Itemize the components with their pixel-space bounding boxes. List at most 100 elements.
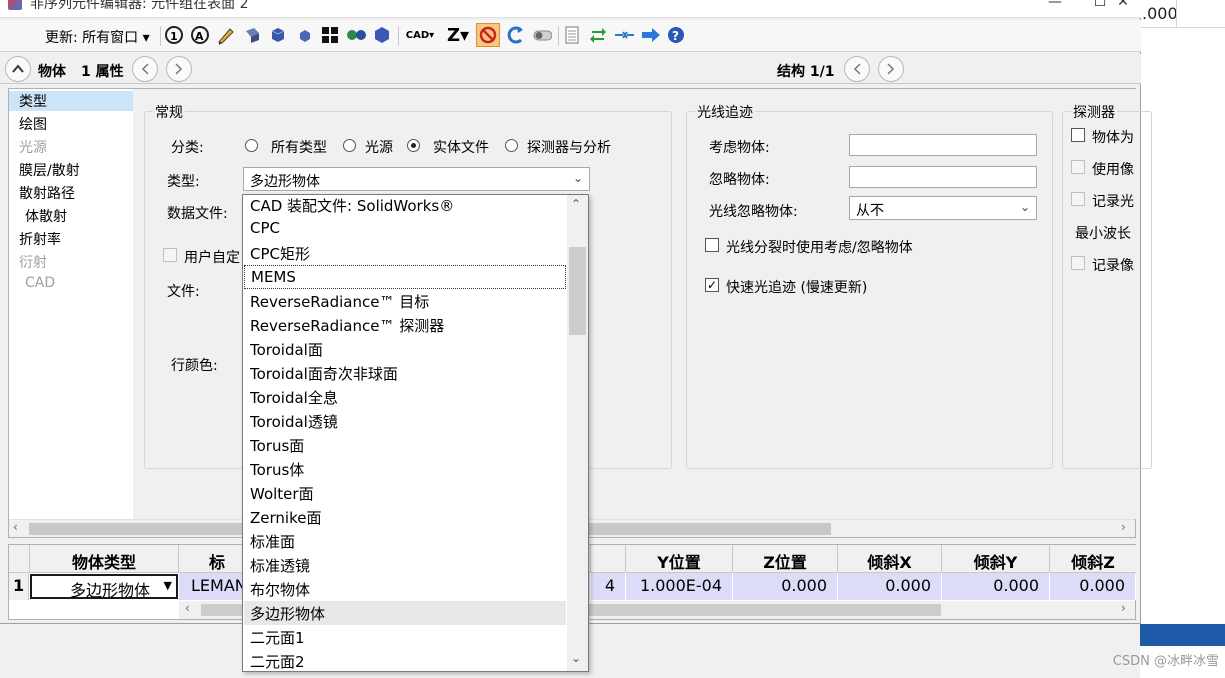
- update-all-windows-dropdown[interactable]: 更新: 所有窗口 ▾: [45, 27, 150, 47]
- ignore-objects-label: 忽略物体:: [709, 172, 770, 188]
- tilt-z-cell[interactable]: 0.000: [1050, 573, 1136, 600]
- swap-green-arrows-icon[interactable]: [588, 25, 608, 45]
- dropdown-option[interactable]: Torus面: [244, 433, 566, 457]
- tilt-y-cell[interactable]: 0.000: [942, 573, 1050, 600]
- small-cube-icon[interactable]: [294, 25, 314, 45]
- file-label: 文件:: [167, 284, 200, 300]
- dropdown-option[interactable]: CPC矩形: [244, 241, 566, 265]
- scroll-down-icon[interactable]: ⌄: [571, 651, 581, 665]
- pencil-edit-icon[interactable]: [216, 25, 236, 45]
- maximize-button[interactable]: ☐: [1088, 0, 1112, 10]
- dropdown-option[interactable]: 多边形物体: [244, 601, 566, 625]
- header-z-position: Z位置: [733, 545, 838, 573]
- close-button[interactable]: ✕: [1111, 0, 1135, 10]
- dropdown-option[interactable]: Zernike面: [244, 505, 566, 529]
- collapse-up-icon[interactable]: [5, 56, 31, 82]
- radio-all-types[interactable]: [245, 139, 258, 152]
- type-dropdown-list[interactable]: CAD 装配文件: SolidWorks® CPC CPC矩形 MEMS Reverse…: [242, 194, 589, 672]
- dropdown-option[interactable]: 标准透镜: [244, 553, 566, 577]
- group-objects-icon[interactable]: [346, 25, 366, 45]
- dropdown-option[interactable]: Toroidal全息: [244, 385, 566, 409]
- x-position-cell[interactable]: 4: [591, 573, 626, 600]
- ignore-objects-input[interactable]: [849, 166, 1037, 188]
- dropdown-option[interactable]: MEMS: [244, 265, 566, 289]
- grid-layout-icon[interactable]: [320, 25, 340, 45]
- rotate-arrow-icon[interactable]: [506, 25, 526, 45]
- data-file-label: 数据文件:: [167, 206, 228, 222]
- next-object-icon[interactable]: [166, 56, 192, 82]
- dropdown-option[interactable]: ReverseRadiance™ 目标: [244, 289, 566, 313]
- scroll-left-icon[interactable]: ‹: [185, 601, 190, 615]
- cad-dropdown-icon[interactable]: CAD▾: [404, 25, 436, 45]
- ray-ignore-object-select[interactable]: 从不 ⌄: [849, 196, 1037, 220]
- object-type-cell[interactable]: 多边形物体 ▼: [30, 574, 178, 600]
- structure-label: 结构 1/1: [777, 64, 835, 80]
- dropdown-option[interactable]: Toroidal透镜: [244, 409, 566, 433]
- toggle-switch-icon[interactable]: [532, 25, 552, 45]
- dropdown-option[interactable]: Toroidal面: [244, 337, 566, 361]
- type-select[interactable]: 多边形物体 ⌄: [243, 167, 590, 191]
- type-select-value: 多边形物体: [250, 174, 320, 190]
- header-object-type: 物体类型: [30, 545, 179, 573]
- dropdown-arrow-icon[interactable]: ▼: [164, 579, 172, 592]
- dropdown-option[interactable]: 二元面2: [244, 649, 566, 671]
- scroll-up-icon[interactable]: ⌃: [571, 197, 581, 211]
- cube-icon[interactable]: [268, 25, 288, 45]
- dropdown-scroll-thumb[interactable]: [569, 247, 586, 335]
- dropdown-option[interactable]: 布尔物体: [244, 577, 566, 601]
- dropdown-option[interactable]: ReverseRadiance™ 探测器: [244, 313, 566, 337]
- right-arrow-icon[interactable]: [640, 25, 660, 45]
- chevron-down-icon: ⌄: [572, 171, 583, 185]
- scroll-right-icon[interactable]: ›: [1121, 520, 1126, 534]
- sidebar-item-type[interactable]: 类型: [9, 91, 133, 111]
- previous-object-icon[interactable]: [132, 56, 158, 82]
- split-use-consider-checkbox[interactable]: [705, 238, 719, 252]
- sidebar-item-volume-scatter[interactable]: 体散射: [25, 206, 67, 226]
- radio-solid-file[interactable]: [407, 139, 420, 152]
- update-one-icon[interactable]: 1: [164, 25, 184, 45]
- dropdown-option[interactable]: CAD 装配文件: SolidWorks®: [244, 195, 566, 217]
- polygon-object-icon[interactable]: [372, 25, 392, 45]
- header-tilt-x: 倾斜X: [838, 545, 942, 573]
- dropdown-option[interactable]: Toroidal面奇次非球面: [244, 361, 566, 385]
- sidebar-item-index[interactable]: 折射率: [19, 229, 61, 249]
- dropdown-option[interactable]: Wolter面: [244, 481, 566, 505]
- toolbar: 更新: 所有窗口 ▾ 1 A CAD▾ Z▾ ?: [0, 20, 1141, 52]
- radio-detector-analysis[interactable]: [505, 139, 518, 152]
- record-pixel-checkbox: [1071, 256, 1085, 270]
- y-position-cell[interactable]: 1.000E-04: [626, 573, 733, 600]
- collapse-arrows-icon[interactable]: [614, 25, 634, 45]
- shaded-model-icon[interactable]: [242, 25, 262, 45]
- dropdown-option[interactable]: 标准面: [244, 529, 566, 553]
- ignore-stop-icon[interactable]: [476, 23, 500, 47]
- scroll-right-icon[interactable]: ›: [1121, 601, 1126, 615]
- dropdown-option[interactable]: 二元面1: [244, 625, 566, 649]
- z-position-cell[interactable]: 0.000: [733, 573, 838, 600]
- previous-structure-icon[interactable]: [844, 56, 870, 82]
- toolbar-separator: [558, 26, 559, 46]
- next-structure-icon[interactable]: [878, 56, 904, 82]
- dropdown-scrollbar[interactable]: ⌃ ⌄: [567, 195, 588, 671]
- consider-objects-input[interactable]: [849, 134, 1037, 156]
- dropdown-option[interactable]: CPC: [244, 217, 566, 241]
- object-navigation-bar: 物体 1 属性 结构 1/1: [0, 54, 1141, 84]
- minimize-button[interactable]: —: [1043, 0, 1067, 10]
- split-use-consider-label: 光线分裂时使用考虑/忽略物体: [726, 240, 913, 256]
- detector-object-checkbox[interactable]: [1071, 128, 1085, 142]
- dropdown-option[interactable]: Torus体: [244, 457, 566, 481]
- tilt-x-cell[interactable]: 0.000: [838, 573, 942, 600]
- sidebar-item-coating-scatter[interactable]: 膜层/散射: [19, 160, 80, 180]
- sidebar-item-scatter-path[interactable]: 散射路径: [19, 183, 75, 203]
- z-dropdown-icon[interactable]: Z▾: [444, 25, 472, 46]
- fast-raytrace-checkbox[interactable]: ✓: [705, 278, 719, 292]
- raytrace-group-title: 光线追迹: [695, 102, 755, 122]
- svg-text:A: A: [195, 30, 204, 43]
- sidebar-item-draw[interactable]: 绘图: [19, 114, 47, 134]
- background-app-area: .000 CSDN @冰畔冰雪: [1113, 0, 1225, 678]
- update-all-icon[interactable]: A: [190, 25, 210, 45]
- use-pixel-checkbox: [1071, 160, 1085, 174]
- radio-source[interactable]: [343, 139, 356, 152]
- help-icon[interactable]: ?: [666, 25, 686, 45]
- scroll-left-icon[interactable]: ‹: [13, 520, 18, 534]
- document-list-icon[interactable]: [562, 25, 582, 45]
